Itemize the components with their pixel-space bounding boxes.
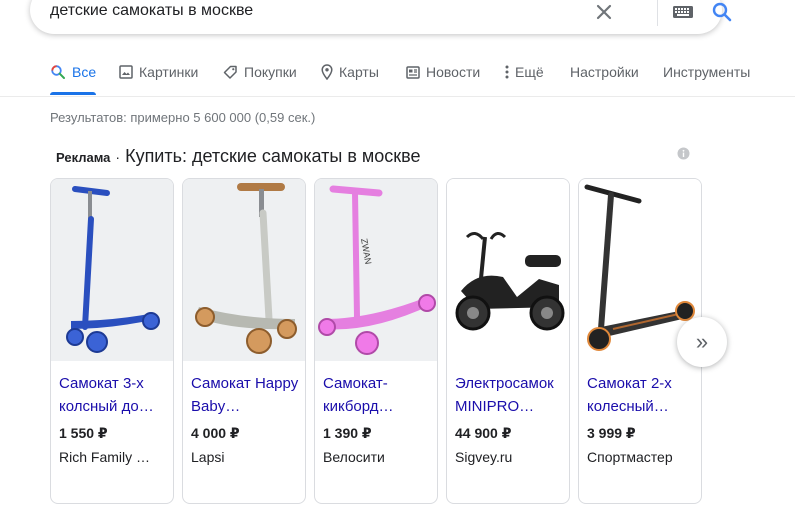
product-image: ZWAN [315,179,437,361]
product-card[interactable]: Электросамок MINIPRO… 44 900 ₽ Sigvey.ru [446,178,570,504]
product-price: 1 390 ₽ [323,425,372,441]
search-input[interactable]: детские самокаты в москве [50,2,253,20]
tab-label: Новости [426,64,481,80]
carousel-next-button[interactable]: » [677,317,727,367]
kick-scooter-image: ZWAN [315,179,437,361]
product-title[interactable]: Самокат 3-х колсный до… [59,372,167,418]
double-chevron-right-icon: » [695,329,709,354]
search-box[interactable]: детские самокаты в москве [30,0,732,34]
product-image [183,179,305,361]
product-image [447,179,569,361]
product-card[interactable]: ZWAN Самокат-кикборд… 1 390 ₽ Велосити [314,178,438,504]
product-seller: Sigvey.ru [455,449,513,465]
tab-all[interactable]: Все [50,64,97,95]
tab-tools[interactable]: Инструменты [663,64,750,80]
product-card[interactable]: Самокат 3-х колсный до… 1 550 ₽ Rich Fam… [50,178,174,504]
product-card[interactable]: Самокат Happy Baby… 4 000 ₽ Lapsi [182,178,306,504]
tab-label: Инструменты [663,64,751,80]
image-icon [119,65,133,79]
product-price: 44 900 ₽ [455,425,512,441]
product-seller: Rich Family … [59,449,151,465]
result-stats: Результатов: примерно 5 600 000 (0,59 се… [50,110,316,125]
tab-label: Покупки [244,64,297,80]
tab-shopping[interactable]: Покупки [223,64,297,80]
tab-label: Картинки [139,64,199,80]
keyboard-icon[interactable] [672,4,694,20]
ads-title: Купить: детские самокаты в москве [125,146,421,166]
tag-icon [223,65,237,79]
clear-icon[interactable] [592,0,616,24]
product-seller: Спортмастер [587,449,673,465]
electric-scooter-image [447,179,569,361]
tab-settings[interactable]: Настройки [570,64,639,80]
product-price: 4 000 ₽ [191,425,240,441]
search-icon [51,65,65,79]
separator-dot: · [115,149,121,165]
tab-label: Все [72,64,97,80]
ad-label: Реклама [56,150,111,165]
product-price: 1 550 ₽ [59,425,108,441]
tab-news[interactable]: Новости [406,64,480,80]
product-image [51,179,173,361]
more-vertical-icon [505,65,509,79]
news-icon [406,65,420,79]
kick-scooter-image [183,179,305,361]
tab-label: Настройки [570,64,639,80]
product-title[interactable]: Самокат 2-х колесный… [587,372,695,418]
product-title[interactable]: Самокат Happy Baby… [191,372,299,418]
search-button-icon[interactable] [710,0,734,24]
search-tabs: Все Картинки Покупки Карты Новости Ещё Н… [0,56,795,97]
product-seller: Велосити [323,449,385,465]
tab-label: Ещё [515,64,544,80]
product-seller: Lapsi [191,449,225,465]
product-title[interactable]: Самокат-кикборд… [323,372,431,418]
kick-scooter-image [51,179,173,361]
map-pin-icon [321,64,333,80]
tab-more[interactable]: Ещё [505,64,544,80]
product-price: 3 999 ₽ [587,425,636,441]
search-divider [657,0,658,26]
tab-maps[interactable]: Карты [321,64,379,80]
info-icon[interactable] [677,147,690,160]
product-title[interactable]: Электросамок MINIPRO… [455,372,563,418]
tab-images[interactable]: Картинки [119,64,198,80]
tab-label: Карты [339,64,379,80]
ads-header: Реклама · Купить: детские самокаты в мос… [56,146,421,167]
